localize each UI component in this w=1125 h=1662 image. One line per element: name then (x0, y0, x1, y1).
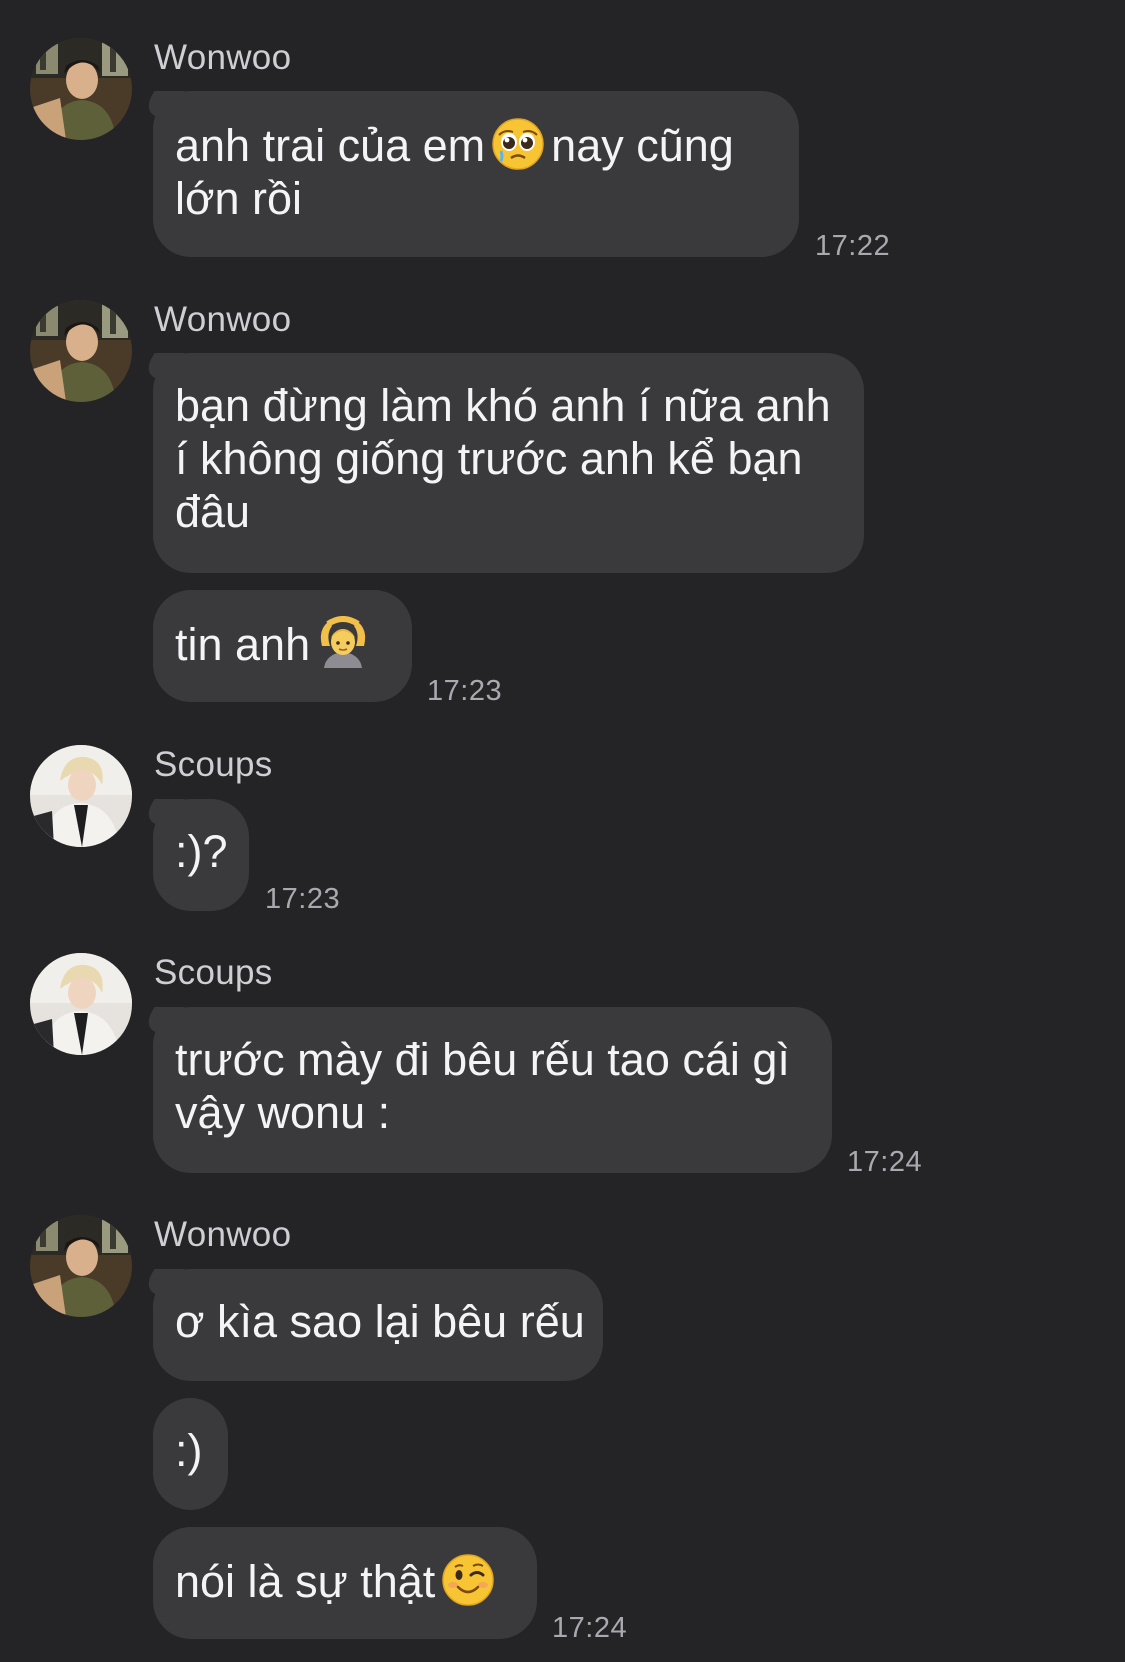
pleading-face-emoji (491, 117, 545, 171)
sender-name: Wonwoo (154, 300, 292, 339)
message-line: ơ kìa sao lại bêu rếu (175, 1296, 585, 1347)
sender-name: Wonwoo (154, 1215, 292, 1254)
winking-face-emoji (441, 1553, 495, 1607)
message-bubble[interactable]: :) (153, 1398, 228, 1510)
message-bubble[interactable]: bạn đừng làm khó anh í nữa anh í không g… (153, 353, 864, 573)
message-line: :) (175, 1425, 203, 1476)
message-line: đâu (175, 486, 251, 537)
avatar-photo-icon (30, 745, 132, 847)
person-gesturing-ok-emoji (316, 616, 370, 670)
message-bubble[interactable]: nói là sự thật (153, 1527, 537, 1639)
message-line: bạn đừng làm khó anh í nữa anh (175, 380, 831, 431)
sender-name: Scoups (154, 745, 273, 784)
avatar-photo-icon (30, 1215, 132, 1317)
avatar-wonwoo[interactable] (30, 300, 132, 402)
sender-name: Scoups (154, 953, 273, 992)
message-bubble[interactable]: trước mày đi bêu rếu tao cái gì vậy wonu… (153, 1007, 832, 1173)
message-bubble[interactable]: ơ kìa sao lại bêu rếu (153, 1269, 603, 1381)
avatar-scoups[interactable] (30, 745, 132, 847)
message-line: :)? (175, 826, 228, 877)
avatar-photo-icon (30, 38, 132, 140)
avatar-wonwoo[interactable] (30, 1215, 132, 1317)
message-line: tin anh (175, 616, 382, 671)
timestamp: 17:24 (552, 1612, 628, 1644)
timestamp: 17:23 (427, 675, 503, 707)
sender-name: Wonwoo (154, 38, 292, 77)
avatar-photo-icon (30, 953, 132, 1055)
avatar-wonwoo[interactable] (30, 38, 132, 140)
avatar-scoups[interactable] (30, 953, 132, 1055)
message-bubble[interactable]: tin anh (153, 590, 412, 702)
message-line: nói là sự thật (175, 1553, 507, 1608)
timestamp: 17:24 (847, 1146, 923, 1178)
message-line: anh trai của em nay cũng (175, 117, 769, 172)
message-line: lớn rồi (175, 173, 303, 224)
message-line: trước mày đi bêu rếu tao cái gì (175, 1034, 790, 1085)
message-bubble[interactable]: :)? (153, 799, 249, 911)
avatar-photo-icon (30, 300, 132, 402)
timestamp: 17:22 (815, 230, 891, 262)
message-bubble[interactable]: anh trai của em nay cũng lớn rồi (153, 91, 799, 257)
message-line: vậy wonu : (175, 1087, 391, 1138)
message-line: í không giống trước anh kể bạn (175, 433, 803, 484)
timestamp: 17:23 (265, 883, 341, 915)
